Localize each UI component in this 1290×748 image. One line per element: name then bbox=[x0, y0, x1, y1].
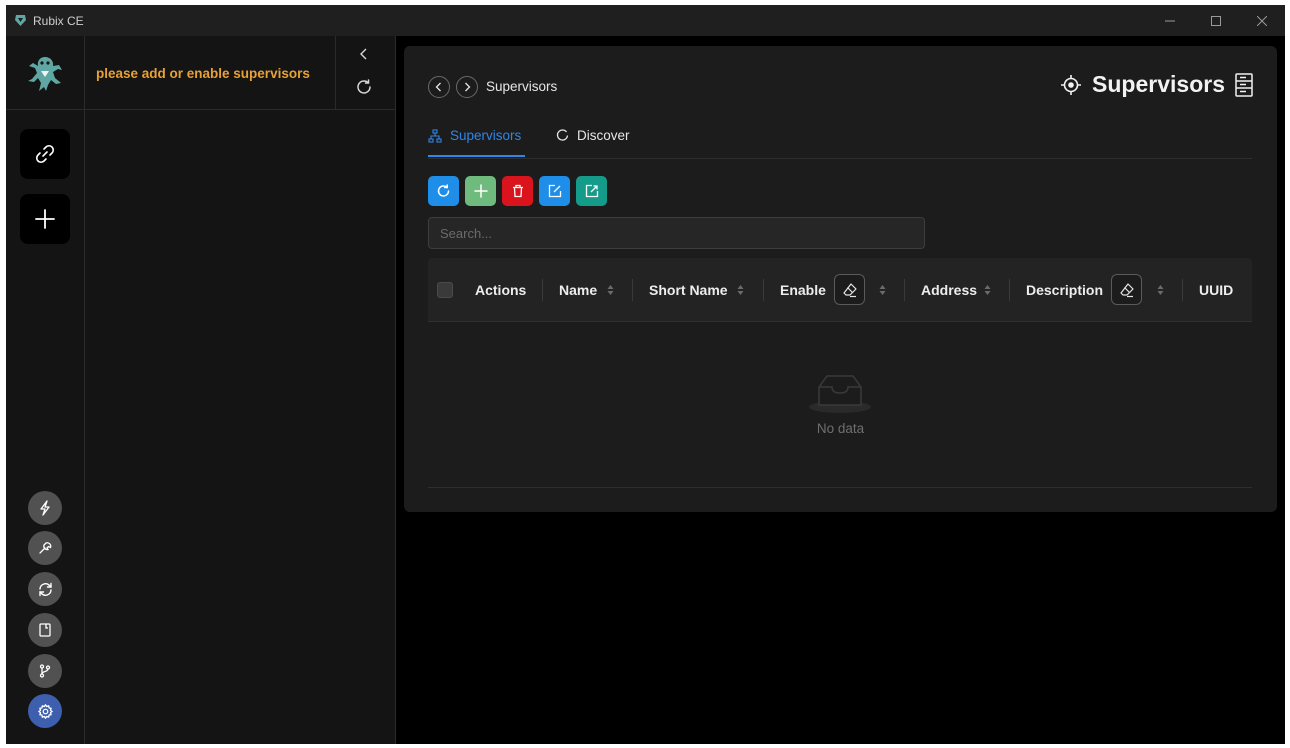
tools-button[interactable] bbox=[28, 531, 62, 565]
sync-icon bbox=[38, 582, 52, 596]
table-bottom-divider bbox=[428, 487, 1252, 488]
edit-button[interactable] bbox=[539, 176, 570, 206]
refresh-icon bbox=[437, 183, 450, 197]
supervisor-list-panel: please add or enable supervisors bbox=[85, 36, 396, 744]
sort-icon[interactable] bbox=[606, 282, 615, 298]
window-title: Rubix CE bbox=[33, 14, 84, 28]
eraser-icon bbox=[1119, 282, 1134, 297]
search-input[interactable] bbox=[428, 217, 925, 249]
table-header: Actions Name Short Name Enable Address D… bbox=[428, 258, 1252, 322]
collapse-panel-button[interactable] bbox=[349, 42, 379, 66]
plus-icon bbox=[473, 184, 488, 198]
close-button[interactable] bbox=[1239, 5, 1285, 36]
enable-filter-button[interactable] bbox=[834, 274, 865, 305]
trash-icon bbox=[512, 184, 523, 198]
plus-icon bbox=[35, 209, 55, 229]
connections-button[interactable] bbox=[20, 129, 70, 179]
description-filter-button[interactable] bbox=[1111, 274, 1142, 305]
wrench-icon bbox=[39, 542, 52, 554]
column-divider[interactable] bbox=[1009, 279, 1010, 301]
app-window: Rubix CE please add or enable supervisor… bbox=[6, 5, 1285, 744]
tabs-divider bbox=[428, 158, 1252, 159]
close-icon bbox=[1257, 15, 1267, 26]
column-divider[interactable] bbox=[632, 279, 633, 301]
tab-discover[interactable]: Discover bbox=[556, 128, 630, 143]
export-button[interactable] bbox=[576, 176, 607, 206]
column-short-name[interactable]: Short Name bbox=[649, 282, 728, 298]
no-supervisors-warning: please add or enable supervisors bbox=[96, 66, 310, 81]
reload-icon bbox=[357, 79, 371, 94]
sync-button[interactable] bbox=[28, 572, 62, 606]
hierarchy-icon bbox=[428, 128, 442, 143]
active-tab-indicator bbox=[428, 155, 525, 157]
sort-icon[interactable] bbox=[878, 282, 887, 298]
branch-button[interactable] bbox=[28, 654, 62, 688]
document-icon bbox=[39, 623, 51, 637]
edit-icon bbox=[548, 184, 561, 198]
panel-header-divider bbox=[85, 109, 396, 110]
select-all-checkbox[interactable] bbox=[437, 282, 453, 298]
column-enable[interactable]: Enable bbox=[780, 282, 826, 298]
forward-button[interactable] bbox=[456, 76, 478, 98]
empty-inbox-icon bbox=[809, 375, 871, 413]
column-name[interactable]: Name bbox=[559, 282, 597, 298]
sort-icon[interactable] bbox=[983, 282, 992, 298]
column-uuid: UUID bbox=[1199, 282, 1234, 298]
refresh-button[interactable] bbox=[428, 176, 459, 206]
maximize-icon bbox=[1211, 15, 1221, 26]
tab-supervisors[interactable]: Supervisors bbox=[428, 128, 521, 143]
tab-label: Discover bbox=[577, 128, 630, 143]
rail-divider bbox=[6, 109, 85, 110]
app-logo-icon bbox=[15, 15, 26, 26]
loading-circle-icon bbox=[556, 129, 569, 141]
back-button[interactable] bbox=[428, 76, 450, 98]
link-icon bbox=[35, 144, 55, 164]
column-divider[interactable] bbox=[1182, 279, 1183, 301]
app-rail bbox=[6, 36, 85, 744]
sort-icon[interactable] bbox=[1156, 282, 1165, 298]
sort-icon[interactable] bbox=[736, 282, 745, 298]
server-icon bbox=[1235, 72, 1253, 97]
add-connection-button[interactable] bbox=[20, 194, 70, 244]
reload-panel-button[interactable] bbox=[349, 76, 379, 100]
column-address[interactable]: Address bbox=[921, 282, 977, 298]
settings-button[interactable] bbox=[28, 694, 62, 728]
tab-label: Supervisors bbox=[450, 128, 522, 143]
title-bar: Rubix CE bbox=[6, 5, 1285, 36]
add-button[interactable] bbox=[465, 176, 496, 206]
page-title: Supervisors bbox=[1060, 71, 1253, 98]
minimize-icon bbox=[1165, 20, 1175, 21]
empty-state-text: No data bbox=[816, 421, 865, 436]
page-title-text: Supervisors bbox=[1092, 71, 1225, 97]
git-branch-icon bbox=[39, 664, 51, 678]
document-button[interactable] bbox=[28, 613, 62, 647]
lightning-icon bbox=[40, 500, 50, 516]
flash-button[interactable] bbox=[28, 491, 62, 525]
column-divider[interactable] bbox=[763, 279, 764, 301]
minimize-button[interactable] bbox=[1147, 5, 1193, 36]
column-divider[interactable] bbox=[542, 279, 543, 301]
eraser-icon bbox=[842, 282, 857, 297]
supervisors-card: Supervisors Supervisors Supervisors Disc… bbox=[404, 46, 1277, 512]
delete-button[interactable] bbox=[502, 176, 533, 206]
maximize-button[interactable] bbox=[1193, 5, 1239, 36]
column-divider[interactable] bbox=[904, 279, 905, 301]
chevron-right-icon bbox=[465, 82, 471, 92]
breadcrumb: Supervisors bbox=[486, 79, 558, 94]
export-icon bbox=[585, 184, 598, 198]
chevron-left-icon bbox=[435, 82, 441, 92]
column-description[interactable]: Description bbox=[1026, 282, 1103, 298]
crosshair-icon bbox=[1061, 74, 1082, 95]
column-actions: Actions bbox=[475, 282, 527, 298]
chevron-left-icon bbox=[360, 48, 367, 60]
gear-icon bbox=[37, 703, 53, 719]
frog-logo-icon bbox=[28, 57, 62, 91]
panel-divider bbox=[335, 36, 336, 109]
